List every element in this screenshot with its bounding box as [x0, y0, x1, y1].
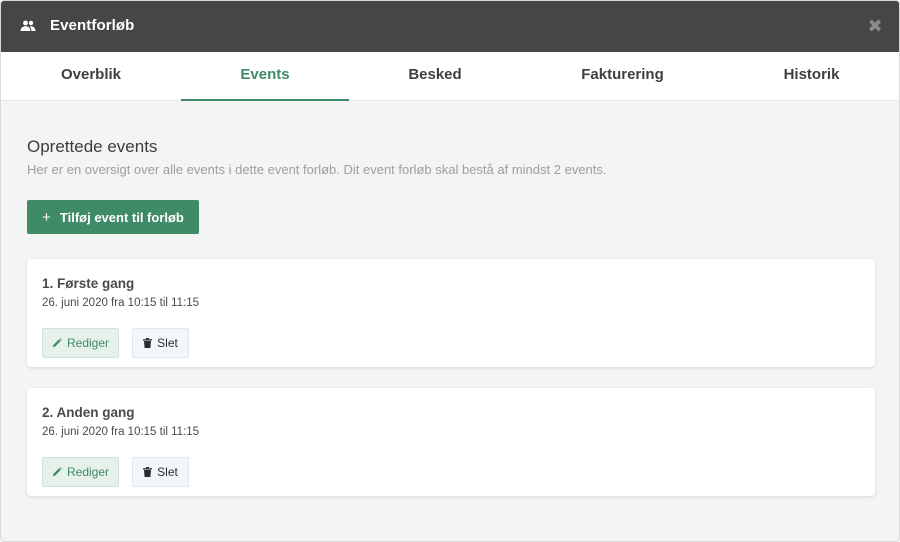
- edit-button-label: Rediger: [66, 336, 110, 350]
- add-event-button-label: Tilføj event til forløb: [59, 209, 184, 225]
- people-icon: [20, 19, 36, 31]
- delete-button-label: Slet: [157, 465, 178, 479]
- add-event-button[interactable]: + Tilføj event til forløb: [27, 200, 199, 234]
- edit-button[interactable]: Rediger: [42, 328, 119, 358]
- event-card: 2. Anden gang 26. juni 2020 fra 10:15 ti…: [27, 388, 875, 496]
- tab-bar: Overblik Events Besked Fakturering Histo…: [1, 52, 899, 101]
- trash-icon: [143, 467, 153, 477]
- event-date: 26. juni 2020 fra 10:15 til 11:15: [42, 426, 200, 438]
- event-title: 1. Første gang: [42, 276, 135, 291]
- delete-button-label: Slet: [157, 336, 178, 350]
- trash-icon: [143, 338, 153, 348]
- section-title: Oprettede events: [27, 137, 158, 156]
- pencil-icon: [52, 338, 62, 347]
- tab-fakturering[interactable]: Fakturering: [521, 52, 724, 101]
- event-date: 26. juni 2020 fra 10:15 til 11:15: [42, 297, 200, 309]
- tab-besked[interactable]: Besked: [349, 52, 521, 101]
- section-description: Her er en oversigt over alle events i de…: [27, 162, 607, 177]
- event-title: 2. Anden gang: [42, 405, 135, 420]
- modal-title: Eventforløb: [50, 17, 135, 34]
- delete-button[interactable]: Slet: [132, 457, 189, 487]
- close-icon[interactable]: ✖: [867, 16, 883, 36]
- pencil-icon: [52, 467, 62, 476]
- tab-overblik[interactable]: Overblik: [1, 52, 181, 101]
- event-card: 1. Første gang 26. juni 2020 fra 10:15 t…: [27, 259, 875, 367]
- edit-button-label: Rediger: [66, 465, 110, 479]
- edit-button[interactable]: Rediger: [42, 457, 119, 487]
- plus-icon: +: [42, 208, 51, 226]
- tab-historik[interactable]: Historik: [724, 52, 899, 101]
- event-series-modal: Eventforløb ✖ Overblik Events Besked Fak…: [0, 0, 900, 542]
- tab-events[interactable]: Events: [181, 52, 349, 101]
- delete-button[interactable]: Slet: [132, 328, 189, 358]
- modal-header: Eventforløb ✖: [1, 1, 899, 52]
